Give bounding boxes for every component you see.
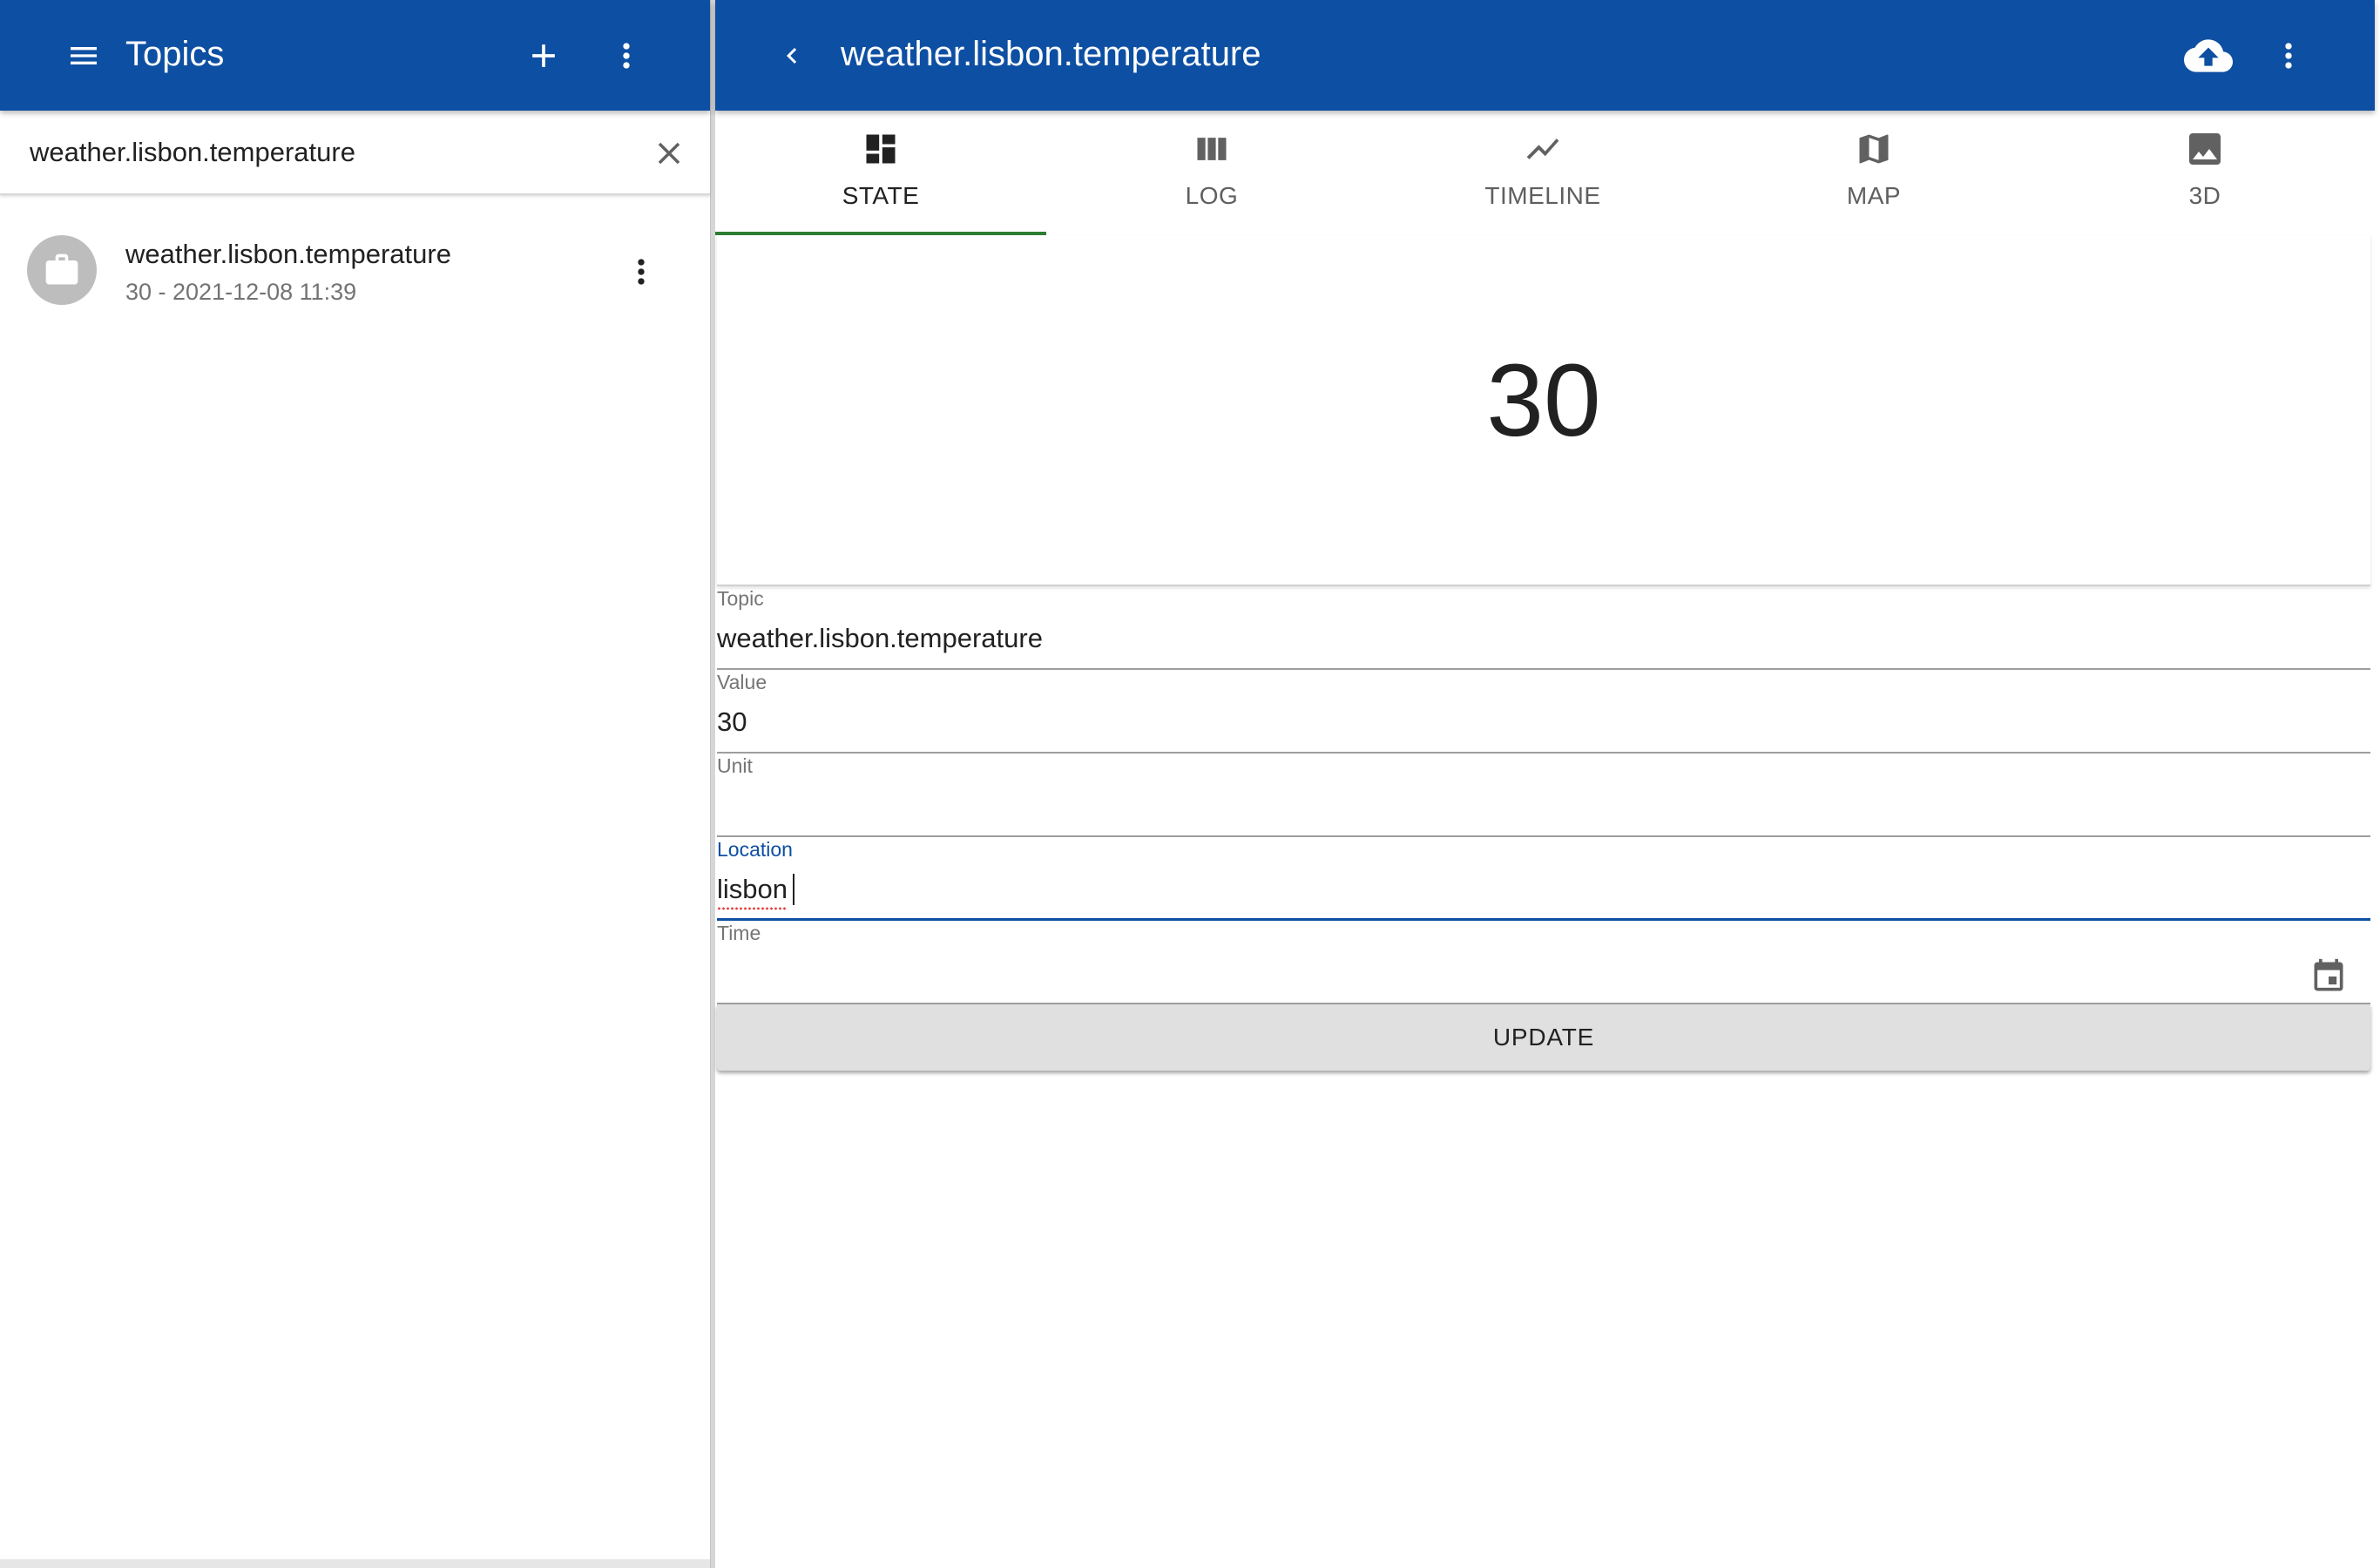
detail-more-button[interactable] [2257,28,2320,84]
clear-search-button[interactable] [638,122,700,185]
spellcheck-underline [717,907,787,910]
menu-button[interactable] [52,28,115,84]
menu-icon [71,47,97,64]
tab-label: STATE [842,182,920,209]
avatar [27,235,97,305]
tab-log[interactable]: LOG [1046,111,1377,235]
value-field: Value [717,670,2370,754]
topic-input[interactable] [717,619,2285,658]
tab-label: 3D [2188,182,2221,209]
location-field-label: Location [717,838,793,861]
state-card: 30 [717,235,2370,586]
location-input[interactable] [717,870,2285,909]
topic-search-bar [0,111,710,195]
more-vert-icon [623,43,630,69]
text-caret [793,874,794,905]
unit-field-label: Unit [717,754,753,777]
pane-bottom-edge [0,1559,710,1568]
topic-field: Topic [717,586,2370,670]
update-form: Topic Value Unit Location Time UPDATE [717,586,2370,1071]
cloud-upload-icon [2184,39,2233,72]
value-input[interactable] [717,703,2285,741]
dashboard-icon [862,130,900,168]
detail-app-bar: weather.lisbon.temperature [715,0,2375,111]
more-vert-icon [2285,43,2292,69]
topics-app-bar: Topics [0,0,710,111]
briefcase-icon [45,253,78,285]
view-column-icon [1193,130,1231,168]
topic-search-input[interactable] [28,130,620,175]
list-item-more-button[interactable] [610,240,673,303]
timeline-icon [1524,130,1562,168]
time-field-label: Time [717,922,761,944]
image-icon [2184,130,2226,168]
chevron-left-icon [787,48,797,64]
close-icon [658,142,680,165]
topic-list: weather.lisbon.temperature 30 - 2021-12-… [0,206,710,336]
location-field: Location [717,837,2370,921]
date-picker-button[interactable] [2304,952,2353,1001]
list-item-topic: weather.lisbon.temperature [125,239,451,269]
unit-input[interactable] [717,787,2285,825]
tab-label: MAP [1846,182,1902,209]
publish-button[interactable] [2172,24,2245,87]
tab-label: TIMELINE [1484,182,1601,209]
add-topic-button[interactable] [512,28,575,84]
unit-field: Unit [717,754,2370,837]
more-vert-icon [638,259,645,285]
tab-state[interactable]: STATE [715,111,1046,235]
list-item[interactable]: weather.lisbon.temperature 30 - 2021-12-… [0,206,710,336]
topics-more-button[interactable] [595,28,658,84]
tab-label: LOG [1185,182,1239,209]
tab-timeline[interactable]: TIMELINE [1377,111,1708,235]
calendar-icon [2314,958,2343,991]
topics-title: Topics [125,35,225,73]
state-value: 30 [1486,343,1601,458]
time-input[interactable] [717,954,2285,992]
view-tabs: STATE LOG TIMELINE MAP 3D [715,111,2370,235]
topic-detail-pane: weather.lisbon.temperature STATE LOG TIM… [715,0,2375,1568]
time-field: Time [717,921,2370,1004]
value-field-label: Value [717,671,767,693]
update-button[interactable]: UPDATE [717,1004,2370,1071]
topic-field-label: Topic [717,587,764,610]
plus-icon [532,44,555,67]
back-button[interactable] [761,28,823,84]
map-icon [1855,130,1893,168]
topics-pane: Topics weather.lisbon.temperature 30 - 2… [0,0,710,1568]
detail-title: weather.lisbon.temperature [841,35,1261,73]
list-item-value-time: 30 - 2021-12-08 11:39 [125,279,357,305]
tab-3d[interactable]: 3D [2039,111,2370,235]
tab-map[interactable]: MAP [1708,111,2039,235]
